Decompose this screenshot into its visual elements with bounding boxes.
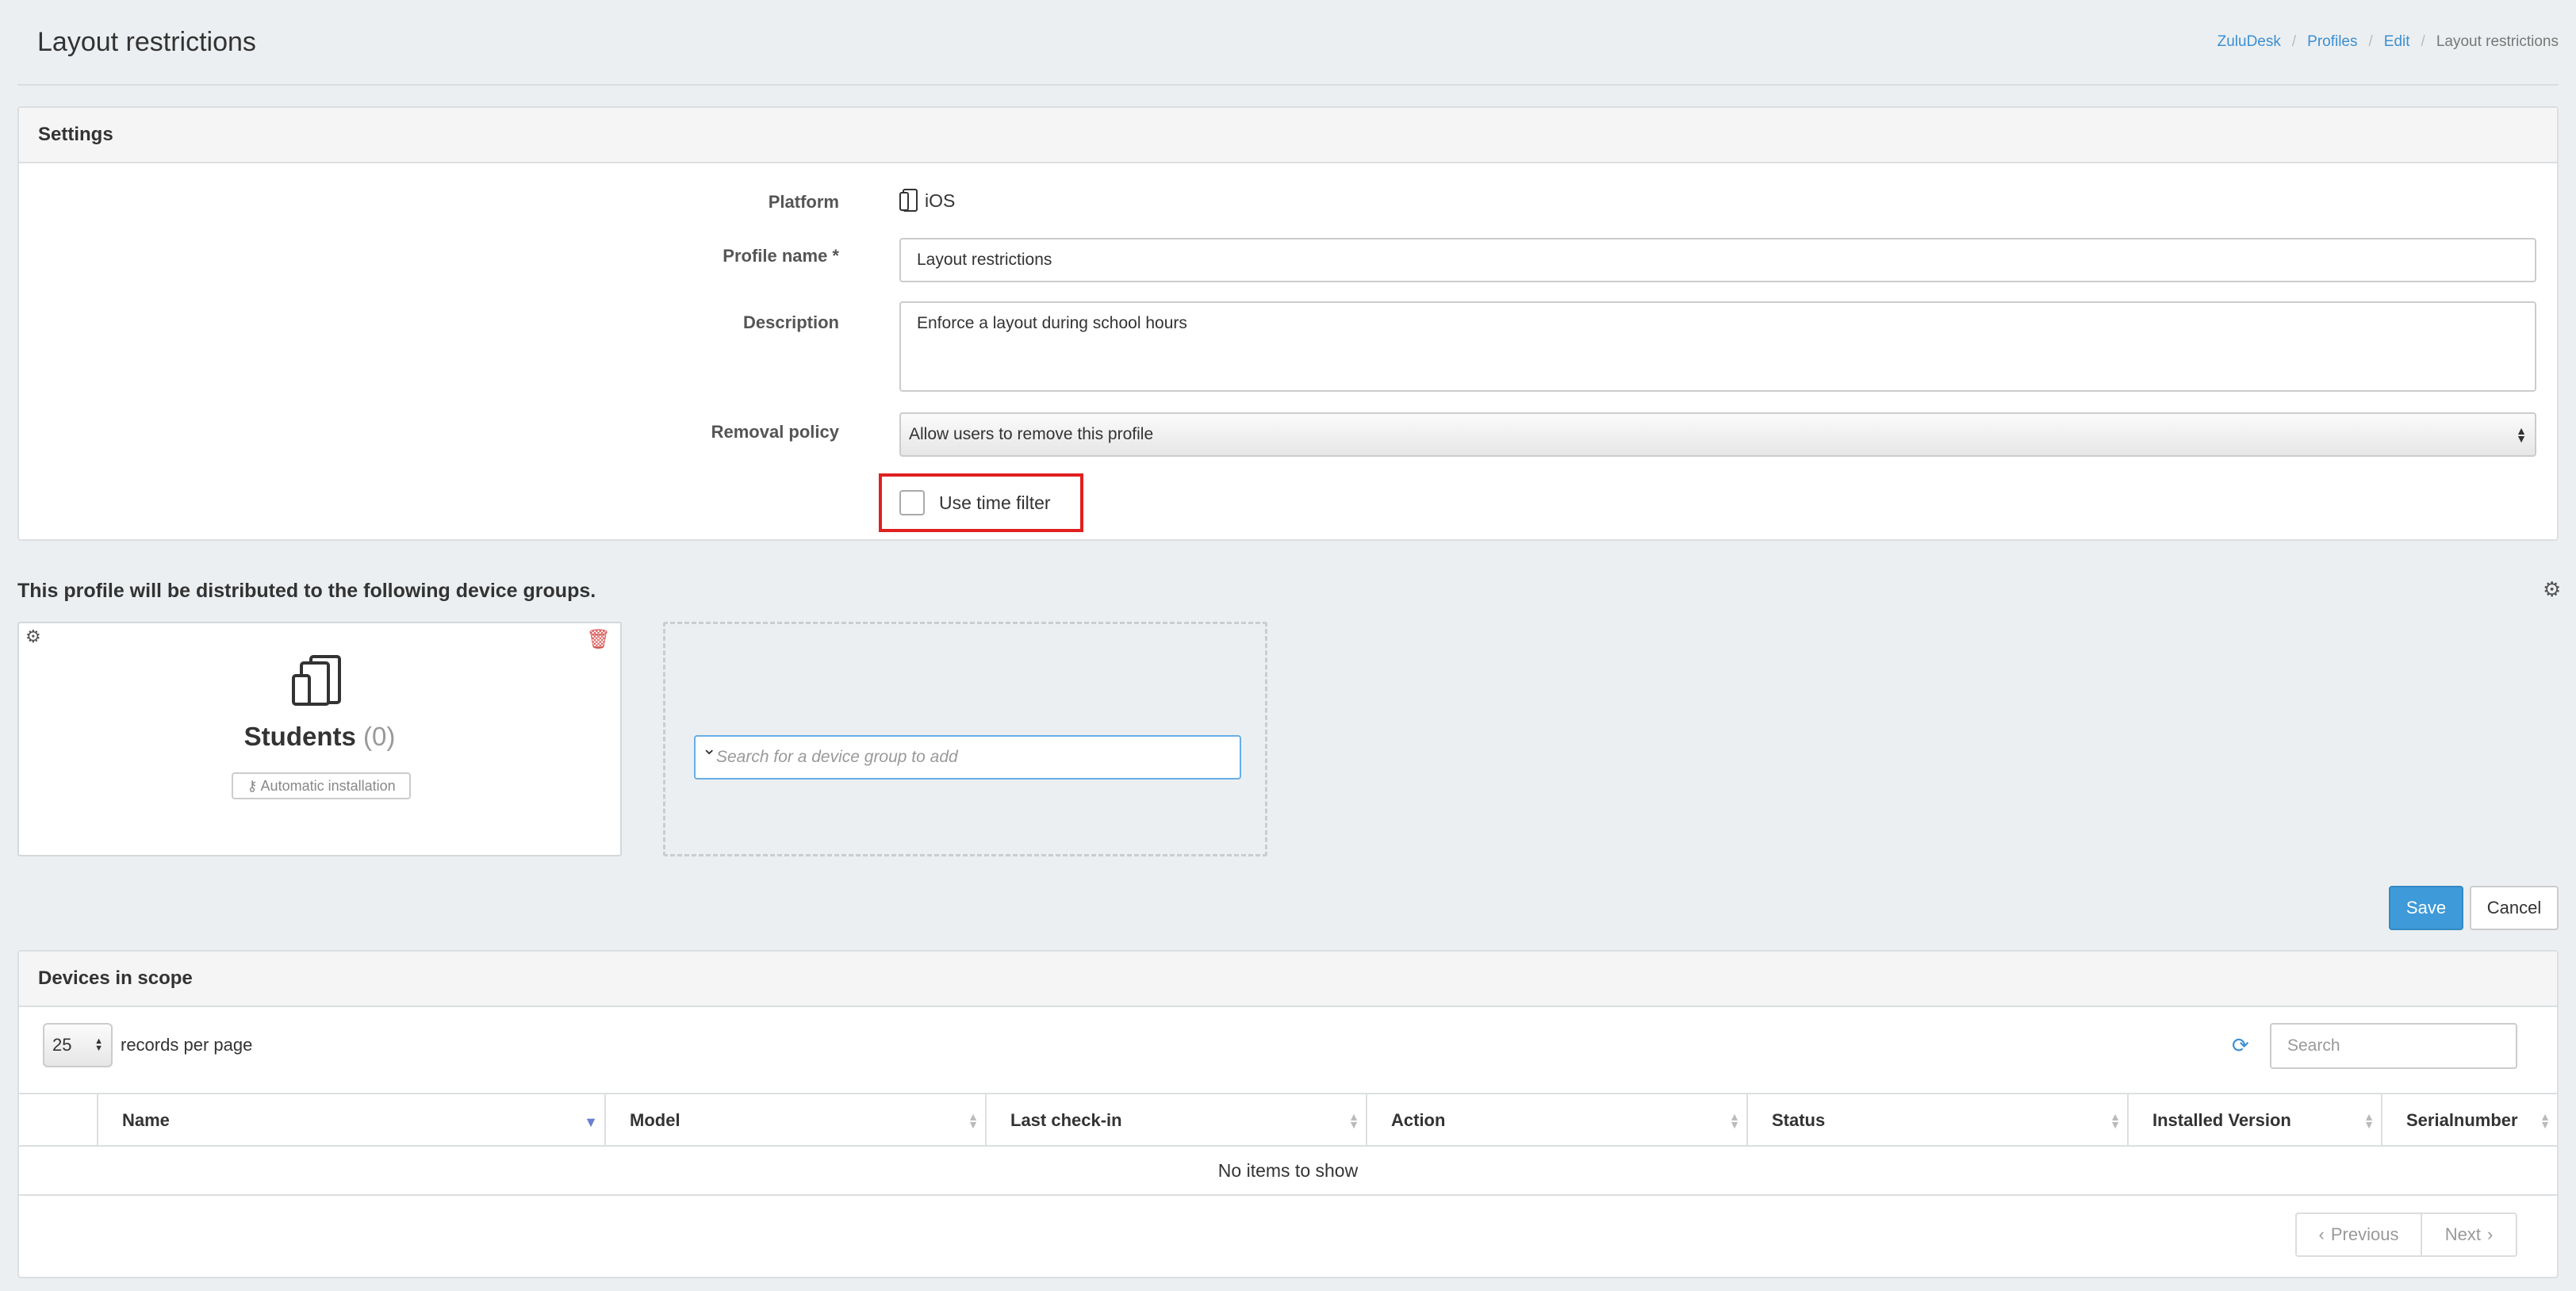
platform-label: Platform: [768, 192, 839, 212]
profile-name-label: Profile name *: [723, 246, 839, 266]
select-column-header: [19, 1094, 97, 1147]
sort-icon: ▲ ▼: [1348, 1110, 1359, 1131]
description-textarea[interactable]: Enforce a layout during school hours: [899, 301, 2536, 392]
column-serialnumber[interactable]: Serialnumber ▲ ▼: [2381, 1094, 2557, 1147]
sort-desc-icon: ▼: [584, 1114, 598, 1130]
breadcrumb: ZuluDesk / Profiles / Edit / Layout restrictio…: [2217, 33, 2559, 50]
device-groups-title: This profile will be distributed to the …: [17, 580, 596, 602]
device-group-name[interactable]: Students (0): [19, 722, 620, 752]
chevron-right-icon: ›: [2486, 1224, 2494, 1244]
select-arrows-icon: ▲ ▼: [94, 1036, 103, 1053]
sort-icon: ▲ ▼: [1729, 1110, 1740, 1131]
breadcrumb-current: Layout restrictions: [2436, 33, 2559, 50]
time-filter-highlight: Use time filter: [879, 473, 1083, 532]
column-status[interactable]: Status ▲ ▼: [1746, 1094, 2127, 1147]
empty-table-message: No items to show: [19, 1147, 2557, 1196]
settings-panel: Settings Platform iOS Profile name * Lay…: [17, 106, 2559, 541]
trash-icon[interactable]: 🗑: [587, 628, 611, 651]
platform-value: iOS: [899, 189, 955, 213]
breadcrumb-profiles[interactable]: Profiles: [2307, 33, 2357, 50]
column-last-checkin-label: Last check-in: [1010, 1110, 1122, 1130]
column-action-label: Action: [1391, 1110, 1446, 1130]
key-icon: ⚷: [247, 777, 258, 794]
column-action[interactable]: Action ▲ ▼: [1366, 1094, 1746, 1147]
per-page-value: 25: [52, 1035, 72, 1055]
platform-text: iOS: [925, 190, 956, 211]
removal-policy-label: Removal policy: [711, 422, 839, 442]
per-page-select[interactable]: 25 ▲ ▼: [43, 1023, 113, 1067]
install-badge-text: Automatic installation: [260, 777, 396, 794]
column-model-label: Model: [630, 1110, 680, 1130]
previous-label: Previous: [2330, 1224, 2399, 1244]
sort-icon: ▲ ▼: [2540, 1110, 2551, 1131]
settings-heading: Settings: [19, 108, 2557, 163]
devices-table-header: Name ▼ Model ▲ ▼ Last check-in ▲ ▼ Action …: [19, 1093, 2557, 1147]
device-group-count: (0): [363, 722, 396, 751]
devices-search-input[interactable]: Search: [2270, 1023, 2517, 1069]
device-group-search-placeholder: Search for a device group to add: [716, 748, 958, 766]
next-label: Next: [2444, 1224, 2481, 1244]
records-per-page: 25 ▲ ▼ records per page: [43, 1023, 252, 1067]
select-arrows-icon: ▲ ▼: [2516, 424, 2527, 445]
page-title: Layout restrictions: [37, 27, 256, 57]
device-group-name-text: Students: [243, 722, 356, 751]
devices-icon: [292, 655, 341, 706]
description-label: Description: [742, 312, 839, 332]
sort-icon: ▲ ▼: [968, 1110, 979, 1131]
time-filter-label[interactable]: Use time filter: [939, 492, 1051, 514]
gear-icon[interactable]: ⚙: [2543, 577, 2561, 602]
cancel-button[interactable]: Cancel: [2470, 886, 2559, 930]
tablet-icon: [899, 189, 918, 212]
column-last-checkin[interactable]: Last check-in ▲ ▼: [985, 1094, 1366, 1147]
column-serialnumber-label: Serialnumber: [2406, 1110, 2518, 1130]
save-button[interactable]: Save: [2389, 886, 2463, 930]
column-status-label: Status: [1772, 1110, 1826, 1130]
column-installed-version-label: Installed Version: [2152, 1110, 2291, 1130]
column-installed-version[interactable]: Installed Version ▲ ▼: [2127, 1094, 2381, 1147]
install-badge: ⚷ Automatic installation: [232, 772, 411, 799]
previous-button[interactable]: ‹ Previous: [2295, 1212, 2422, 1257]
next-button[interactable]: Next ›: [2421, 1212, 2517, 1257]
breadcrumb-edit[interactable]: Edit: [2384, 33, 2410, 50]
devices-heading: Devices in scope: [19, 952, 2557, 1007]
chevron-left-icon: ‹: [2318, 1224, 2325, 1244]
column-name-label: Name: [122, 1110, 170, 1130]
breadcrumb-zuludesk[interactable]: ZuluDesk: [2218, 33, 2281, 50]
sort-icon: ▲ ▼: [2363, 1110, 2375, 1131]
column-model[interactable]: Model ▲ ▼: [604, 1094, 985, 1147]
removal-policy-select[interactable]: Allow users to remove this profile ▲ ▼: [899, 412, 2536, 457]
removal-policy-value: Allow users to remove this profile: [909, 425, 1154, 443]
device-group-card: ⚙ 🗑 Students (0) ⚷ Automatic installatio…: [17, 622, 622, 856]
refresh-icon[interactable]: ⟳: [2232, 1033, 2249, 1058]
column-name[interactable]: Name ▼: [97, 1094, 604, 1147]
per-page-label: records per page: [121, 1035, 253, 1055]
chevron-down-icon: ⌄: [702, 738, 717, 758]
time-filter-checkbox[interactable]: [899, 490, 925, 515]
add-group-dropzone: ⌄ Search for a device group to add: [663, 622, 1267, 856]
page-header: Layout restrictions ZuluDesk / Profiles / Ed…: [17, 0, 2559, 86]
gear-icon[interactable]: ⚙: [25, 626, 41, 647]
device-group-search-input[interactable]: ⌄ Search for a device group to add: [694, 735, 1241, 780]
profile-name-input[interactable]: Layout restrictions: [899, 238, 2536, 282]
sort-icon: ▲ ▼: [2110, 1110, 2121, 1131]
